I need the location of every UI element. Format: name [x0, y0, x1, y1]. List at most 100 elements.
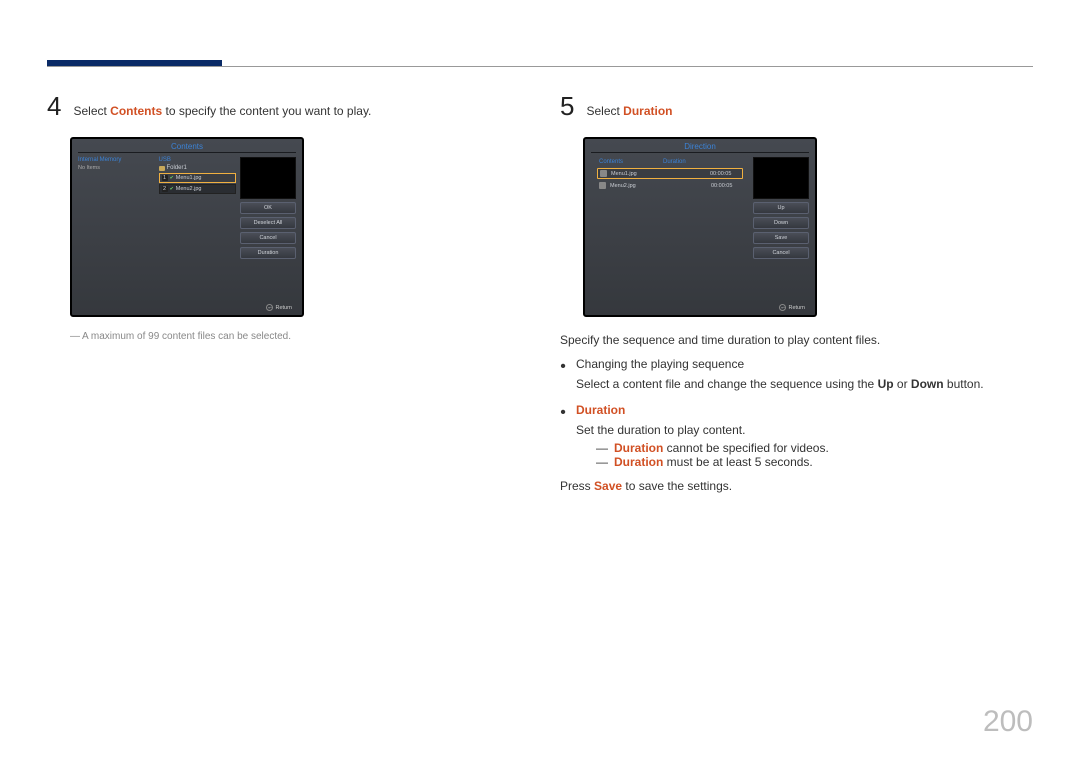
folder-icon [159, 166, 165, 171]
b1-post: button. [944, 377, 984, 391]
step4-hl: Contents [110, 104, 162, 118]
dash-icon: ― [596, 441, 608, 455]
step4-post: to specify the content you want to play. [162, 104, 371, 118]
preview-box [753, 157, 809, 199]
contents-screenshot: Contents Internal Memory No Items USB Fo… [70, 137, 304, 317]
b1-or: or [894, 377, 911, 391]
usb-header: USB [159, 157, 237, 163]
return-icon: ↩ [779, 304, 786, 311]
b1-up: Up [878, 377, 894, 391]
column-step5: 5 Select Duration Direction Contents Dur… [560, 93, 1033, 497]
tab-duration: Duration [663, 159, 686, 165]
save-button: Save [753, 232, 809, 244]
mock-right-panel: Up Down Save Cancel [753, 157, 809, 283]
item-duration: 00:00:05 [711, 183, 741, 189]
b2-n2: Duration must be at least 5 seconds. [614, 455, 813, 469]
preview-box [240, 157, 296, 199]
direction-list-area: Contents Duration Menu1.jpg 00:00:05 Men… [591, 157, 749, 283]
b1-pre: Select a content file and change the seq… [576, 377, 878, 391]
step5-desc: Specify the sequence and time duration t… [560, 331, 1033, 349]
item-file: Menu1.jpg [611, 171, 706, 177]
direction-screenshot: Direction Contents Duration Menu1.jpg 00… [583, 137, 817, 317]
b2-note1: ― Duration cannot be specified for video… [596, 441, 1033, 455]
step5-row: 5 Select Duration [560, 93, 1033, 119]
step4-footnote: ―A maximum of 99 content files can be se… [70, 331, 520, 342]
item-file: Menu2.jpg [176, 186, 202, 192]
return-control: ↩ Return [779, 304, 805, 311]
step5-number: 5 [560, 93, 574, 119]
list-item: Menu2.jpg 00:00:05 [597, 181, 743, 190]
step4-pre: Select [73, 104, 110, 118]
bullet-icon: • [560, 355, 566, 395]
b2-n1-hl: Duration [614, 441, 663, 455]
list-item: 1 ✔ Menu1.jpg [159, 173, 237, 183]
b2-n2-post: must be at least 5 seconds. [663, 455, 812, 469]
ok-button: OK [240, 202, 296, 214]
press-pre: Press [560, 479, 594, 493]
folder-row: Folder1 [159, 165, 237, 171]
page-number: 200 [983, 705, 1033, 739]
bullet-sequence: • Changing the playing sequence Select a… [560, 355, 1033, 395]
list-item: 2 ✔ Menu2.jpg [159, 184, 237, 194]
step4-number: 4 [47, 93, 61, 119]
item-num: 1 [162, 175, 168, 181]
mock-body: Contents Duration Menu1.jpg 00:00:05 Men… [585, 153, 815, 283]
return-label: Return [788, 305, 805, 311]
b1-down: Down [911, 377, 944, 391]
return-control: ↩ Return [266, 304, 292, 311]
step4-instruction: Select Contents to specify the content y… [73, 98, 371, 118]
folder-name: Folder1 [167, 165, 187, 171]
internal-memory-header: Internal Memory [78, 157, 156, 163]
item-file: Menu1.jpg [176, 175, 202, 181]
mock-right-panel: OK Deselect All Cancel Duration [240, 157, 296, 283]
item-duration: 00:00:05 [710, 171, 740, 177]
header-line [47, 66, 1033, 67]
dash-icon: ― [596, 455, 608, 469]
mock-internal-memory-col: Internal Memory No Items [78, 157, 156, 283]
press-post: to save the settings. [622, 479, 732, 493]
b2-line: Set the duration to play content. [576, 421, 1033, 439]
b2-note2: ― Duration must be at least 5 seconds. [596, 455, 1033, 469]
bullet-content: Duration Set the duration to play conten… [576, 401, 1033, 469]
deselect-all-button: Deselect All [240, 217, 296, 229]
item-file: Menu2.jpg [610, 183, 707, 189]
b2-n1: Duration cannot be specified for videos. [614, 441, 829, 455]
item-num: 2 [162, 186, 168, 192]
duration-button: Duration [240, 247, 296, 259]
press-save-line: Press Save to save the settings. [560, 477, 1033, 495]
mock-lists: Internal Memory No Items USB Folder1 1 ✔… [78, 157, 236, 283]
bullet-content: Changing the playing sequence Select a c… [576, 355, 1033, 395]
direction-list: Menu1.jpg 00:00:05 Menu2.jpg 00:00:05 [591, 166, 749, 194]
return-label: Return [275, 305, 292, 311]
b2-n2-hl: Duration [614, 455, 663, 469]
mock-title: Contents [72, 139, 302, 152]
thumb-icon [600, 170, 607, 177]
b1-title: Changing the playing sequence [576, 355, 1033, 373]
down-button: Down [753, 217, 809, 229]
mock-body: Internal Memory No Items USB Folder1 1 ✔… [72, 153, 302, 283]
list-item: Menu1.jpg 00:00:05 [597, 168, 743, 179]
cancel-button: Cancel [753, 247, 809, 259]
step5-instruction: Select Duration [586, 98, 672, 118]
column-step4: 4 Select Contents to specify the content… [47, 93, 520, 497]
press-hl: Save [594, 479, 622, 493]
step5-pre: Select [586, 104, 623, 118]
content-columns: 4 Select Contents to specify the content… [47, 93, 1033, 497]
bullet-icon: • [560, 401, 566, 469]
mock-title: Direction [585, 139, 815, 152]
cancel-button: Cancel [240, 232, 296, 244]
b2-title: Duration [576, 403, 625, 417]
no-items-label: No Items [78, 165, 156, 171]
check-icon: ✔ [170, 186, 174, 192]
check-icon: ✔ [170, 175, 174, 181]
step4-row: 4 Select Contents to specify the content… [47, 93, 520, 119]
footnote-text: A maximum of 99 content files can be sel… [82, 331, 291, 342]
b1-line: Select a content file and change the seq… [576, 375, 1033, 393]
up-button: Up [753, 202, 809, 214]
thumb-icon [599, 182, 606, 189]
dash-icon: ― [70, 331, 82, 342]
mock-usb-col: USB Folder1 1 ✔ Menu1.jpg 2 ✔ [159, 157, 237, 283]
bullet-duration: • Duration Set the duration to play cont… [560, 401, 1033, 469]
direction-tabs: Contents Duration [591, 157, 749, 166]
step5-hl: Duration [623, 104, 672, 118]
